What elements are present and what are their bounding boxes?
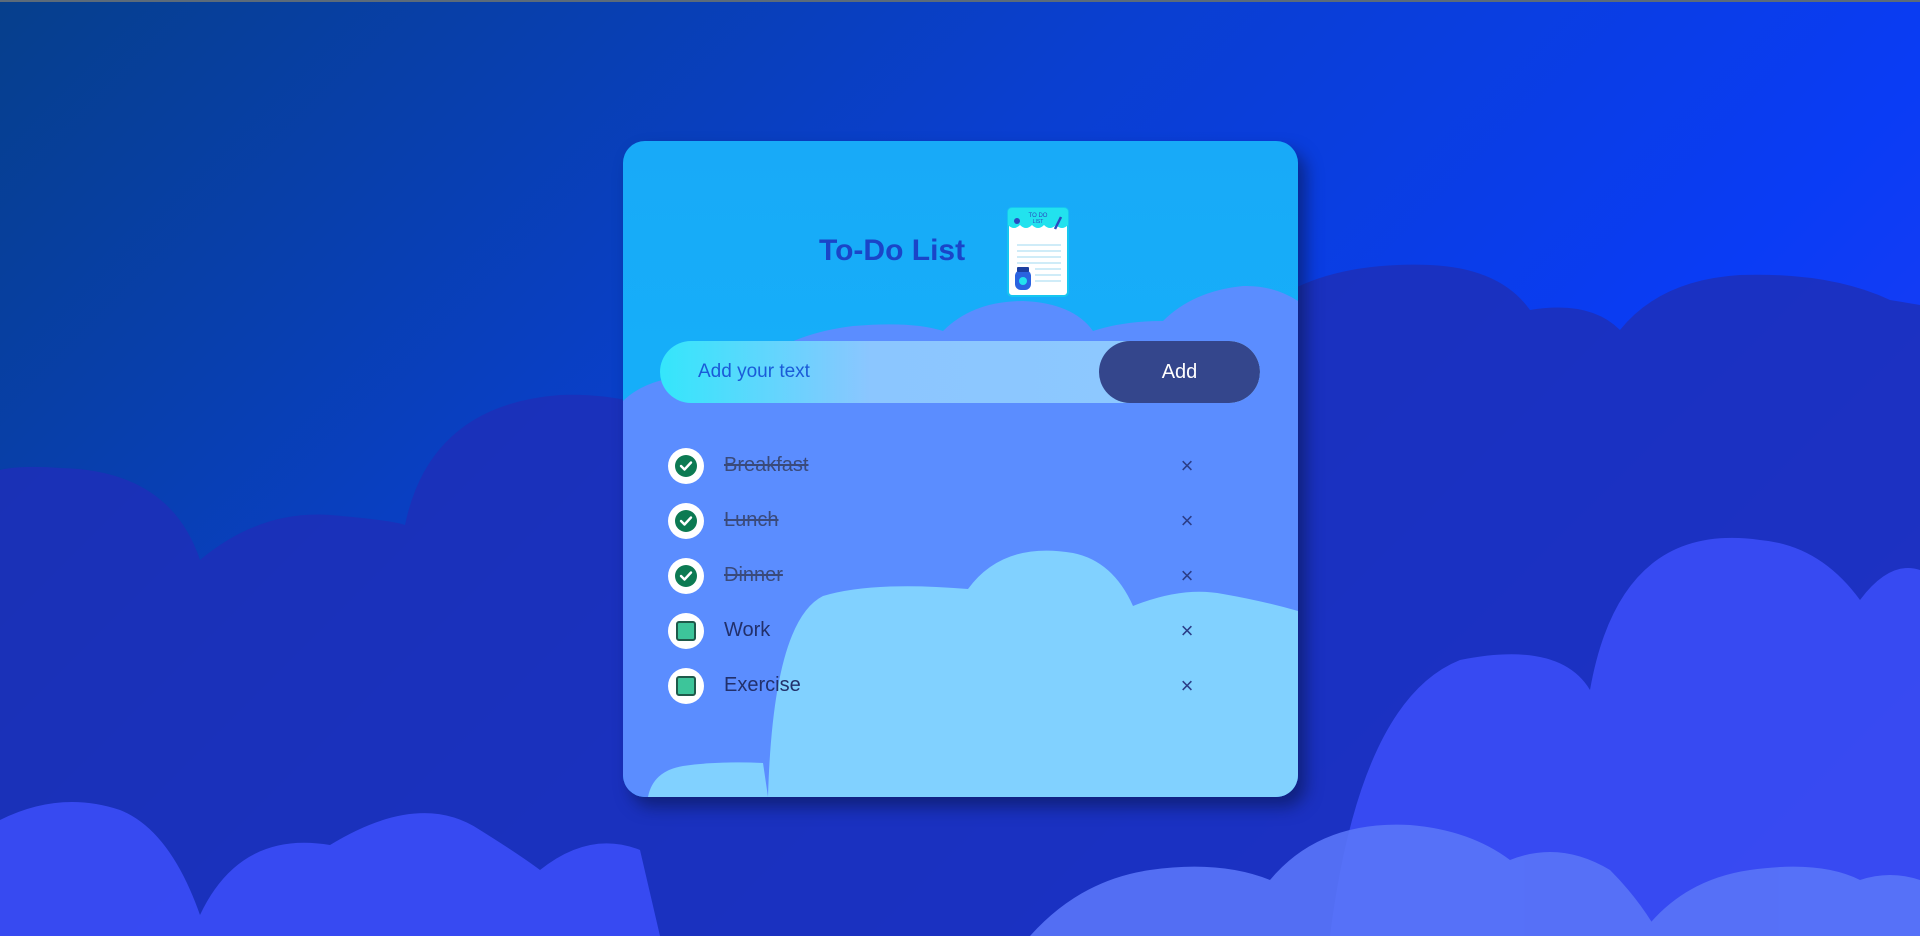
list-item[interactable]: Exercise × [668, 664, 1248, 719]
checkmark-icon [675, 510, 697, 532]
delete-icon[interactable]: × [1172, 451, 1202, 481]
task-input[interactable] [660, 341, 1100, 403]
page-title: To-Do List [819, 234, 966, 267]
list-item[interactable]: Breakfast × [668, 444, 1248, 499]
task-label: Work [724, 619, 771, 641]
delete-icon[interactable]: × [1172, 616, 1202, 646]
task-label: Dinner [724, 564, 783, 586]
checked-checkbox[interactable] [668, 448, 704, 484]
task-label: Lunch [724, 509, 779, 531]
list-item[interactable]: Work × [668, 609, 1248, 664]
delete-icon[interactable]: × [1172, 671, 1202, 701]
add-button[interactable]: Add [1099, 341, 1260, 403]
checkmark-icon [675, 565, 697, 587]
task-list: Breakfast × Lunch × Dinner × Work × Exer… [668, 444, 1248, 719]
delete-icon[interactable]: × [1172, 561, 1202, 591]
empty-box-icon [676, 621, 696, 641]
unchecked-checkbox[interactable] [668, 668, 704, 704]
app-background: To-Do List TO DO LIST Add your text Add … [0, 0, 1920, 936]
checkmark-icon [675, 455, 697, 477]
list-item[interactable]: Lunch × [668, 499, 1248, 554]
checked-checkbox[interactable] [668, 558, 704, 594]
task-label: Exercise [724, 674, 801, 696]
todo-card: To-Do List TO DO LIST Add your text Add … [623, 141, 1298, 797]
todo-list-notepad-icon: TO DO LIST [1007, 207, 1069, 297]
task-label: Breakfast [724, 454, 809, 476]
add-task-form: Add [660, 341, 1260, 403]
delete-icon[interactable]: × [1172, 506, 1202, 536]
empty-box-icon [676, 676, 696, 696]
checked-checkbox[interactable] [668, 503, 704, 539]
unchecked-checkbox[interactable] [668, 613, 704, 649]
list-item[interactable]: Dinner × [668, 554, 1248, 609]
svg-text:LIST: LIST [1033, 219, 1044, 225]
